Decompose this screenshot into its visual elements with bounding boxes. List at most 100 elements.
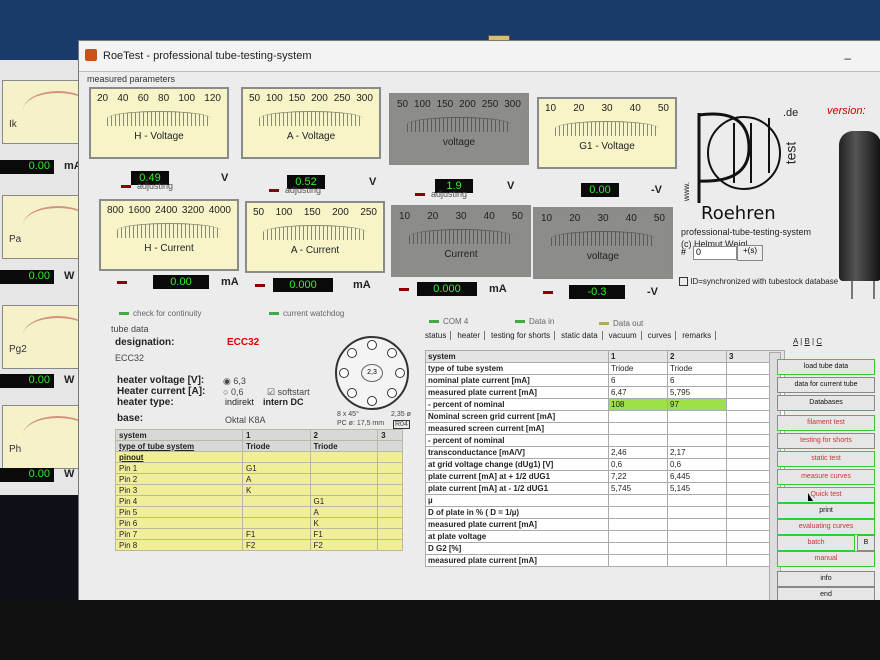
tab-status[interactable]: status bbox=[425, 331, 452, 340]
meter-current-dark: 10 20 30 40 50 Current bbox=[391, 205, 531, 277]
monitor-screen: Ik 0.00 mA Pa 0.00 W Pg2 0.00 W Ph 0.00 … bbox=[0, 0, 880, 660]
table-row[interactable]: Pin 8 F2 F2 bbox=[115, 539, 403, 551]
unit-voltage: V bbox=[507, 180, 515, 192]
meter-label: Ik bbox=[9, 119, 17, 130]
reading-g1-voltage: 0.00 bbox=[581, 183, 619, 197]
quick-test-button[interactable]: Quick test bbox=[777, 487, 875, 503]
heater-voltage-radio[interactable]: ◉ 6,3 bbox=[223, 376, 246, 387]
sync-checkbox[interactable] bbox=[679, 277, 688, 286]
led-icon bbox=[269, 312, 279, 316]
meter-scale: 50 100 150 200 250 bbox=[253, 207, 377, 218]
meter-label: Pg2 bbox=[9, 344, 27, 355]
table-row[interactable]: measured plate current [mA] 6,47 5,795 bbox=[425, 386, 785, 399]
plus-s-button[interactable]: +(s) bbox=[737, 245, 763, 261]
filament-test-button[interactable]: filament test bbox=[777, 415, 875, 431]
tab-vacuum[interactable]: vacuum bbox=[608, 331, 642, 340]
tab-c[interactable]: C bbox=[816, 337, 822, 346]
evaluating-curves-button[interactable]: evaluating curves bbox=[777, 519, 875, 535]
tab-static-data[interactable]: static data bbox=[561, 331, 603, 340]
tab-b[interactable]: B bbox=[804, 337, 809, 346]
socket-note-diameter: 2,35 ø bbox=[391, 411, 411, 418]
led-icon bbox=[119, 312, 129, 316]
table-row[interactable]: at grid voltage change (dUg1) [V] 0,6 0,6 bbox=[425, 458, 785, 471]
manual-button[interactable]: manual bbox=[777, 551, 875, 567]
reading-current: 0.000 bbox=[417, 282, 477, 296]
meter-label: Pa bbox=[9, 234, 22, 245]
measure-curves-button[interactable]: measure curves bbox=[777, 469, 875, 485]
tube-number-input[interactable]: 0 bbox=[693, 246, 737, 260]
sync-label: ID=synchronized with tubestock database bbox=[690, 277, 839, 286]
table-row[interactable]: - percent of nominal 108 97 bbox=[425, 398, 785, 411]
table-row[interactable]: type of tube system Triode Triode bbox=[425, 362, 785, 375]
abc-tabs: A | B | C bbox=[793, 337, 823, 346]
table-row[interactable]: transconductance [mA/V] 2,46 2,17 bbox=[425, 446, 785, 459]
data-for-current-tube-button[interactable]: data for current tube bbox=[777, 377, 875, 393]
table-row[interactable]: - percent of nominal bbox=[425, 434, 785, 447]
adjusting-note: adjusting bbox=[137, 181, 174, 191]
table-row[interactable]: Pin 5A bbox=[115, 506, 403, 518]
meter-name: H - Voltage bbox=[134, 131, 184, 142]
table-row[interactable]: Pin 6K bbox=[115, 517, 403, 529]
table-row[interactable]: nominal plate current [mA] 6 6 bbox=[425, 374, 785, 387]
base-label: base: bbox=[117, 413, 144, 424]
table-row[interactable]: Nominal screen grid current [mA] bbox=[425, 410, 785, 423]
unit-voltage2: -V bbox=[647, 286, 658, 298]
table-row[interactable]: measured plate current [mA] bbox=[425, 518, 785, 531]
table-row[interactable]: plate current [mA] at + 1/2 dUG1 7,22 6,44… bbox=[425, 470, 785, 483]
heater-current-radio[interactable]: ○ 0,6 bbox=[223, 387, 243, 397]
batch-button[interactable]: batch bbox=[777, 535, 855, 551]
roehren-logo: .de test www. Roehren professional-tube-… bbox=[679, 103, 829, 293]
table-row[interactable]: µ bbox=[425, 494, 785, 507]
reading-ik: 0.00 bbox=[0, 160, 54, 174]
table-row[interactable]: Pin 4 G1 bbox=[115, 495, 403, 507]
meter-a-voltage: 50 100 150 200 250 300 A - Voltage bbox=[241, 87, 381, 159]
tab-curves[interactable]: curves bbox=[647, 331, 677, 340]
window-title: RoeTest - professional tube-testing-syst… bbox=[103, 50, 312, 62]
table-row[interactable]: D of plate in % ( D = 1/µ) bbox=[425, 506, 785, 519]
meter-h-current: 800 1600 2400 3200 4000 H - Current bbox=[99, 199, 239, 271]
table-row[interactable]: at plate voltage bbox=[425, 530, 785, 543]
table-row[interactable]: measured screen current [mA] bbox=[425, 422, 785, 435]
table-row[interactable]: Pin 2A bbox=[115, 473, 403, 485]
sync-checkbox-row[interactable]: ID=synchronized with tubestock database bbox=[679, 277, 840, 286]
table-row[interactable]: pinout bbox=[115, 451, 403, 463]
tube-socket-diagram: 2,3 bbox=[335, 336, 409, 410]
heater-type-dc: intern DC bbox=[263, 397, 304, 407]
app-icon bbox=[85, 49, 97, 61]
socket-center: 2,3 bbox=[361, 364, 383, 382]
info-button[interactable]: info bbox=[777, 571, 875, 587]
title-bar: RoeTest - professional tube-testing-syst… bbox=[79, 41, 880, 72]
table-row[interactable]: Pin 7 F1 F1 bbox=[115, 528, 403, 540]
reading-a-current: 0.000 bbox=[273, 278, 333, 292]
print-button[interactable]: print bbox=[777, 503, 875, 519]
data-in-status: Data in bbox=[515, 317, 554, 326]
table-row[interactable]: plate current [mA] at - 1/2 dUG1 5,745 5,1… bbox=[425, 482, 785, 495]
meter-scale: 50 100 150 200 250 300 bbox=[397, 99, 521, 110]
indicator bbox=[117, 281, 127, 284]
reading-voltage2: -0.3 bbox=[569, 285, 625, 299]
tab-testing-for-shorts[interactable]: testing for shorts bbox=[491, 331, 556, 340]
designation-value[interactable]: ECC32 bbox=[227, 337, 259, 348]
load-tube-data-button[interactable]: load tube data bbox=[777, 359, 875, 375]
databases-button[interactable]: Databases bbox=[777, 395, 875, 411]
table-row[interactable]: Pin 1 G1 bbox=[115, 462, 403, 474]
socket-note-angle: 8 x 45° bbox=[337, 411, 359, 418]
tab-a[interactable]: A bbox=[793, 337, 798, 346]
unit-pa: W bbox=[64, 270, 75, 282]
continuity-status: check for continuity bbox=[119, 309, 201, 318]
minimize-button[interactable]: – bbox=[844, 51, 851, 65]
data-out-status: Data out bbox=[599, 319, 643, 328]
led-icon bbox=[599, 322, 609, 326]
static-test-button[interactable]: static test bbox=[777, 451, 875, 467]
testing-for-shorts-button[interactable]: testing for shorts bbox=[777, 433, 875, 449]
batch-b-button[interactable]: B bbox=[857, 535, 875, 551]
table-row[interactable]: Pin 3K bbox=[115, 484, 403, 496]
tab-remarks[interactable]: remarks bbox=[682, 331, 717, 340]
tab-heater[interactable]: heater bbox=[457, 331, 486, 340]
meter-name: voltage bbox=[442, 137, 476, 148]
com-status: COM 4 bbox=[429, 317, 468, 326]
table-row[interactable]: D G2 [%] bbox=[425, 542, 785, 555]
meter-scale: 800 1600 2400 3200 4000 bbox=[107, 205, 231, 216]
meter-name: G1 - Voltage bbox=[579, 141, 635, 152]
table-row[interactable]: measured plate current [mA] bbox=[425, 554, 785, 567]
